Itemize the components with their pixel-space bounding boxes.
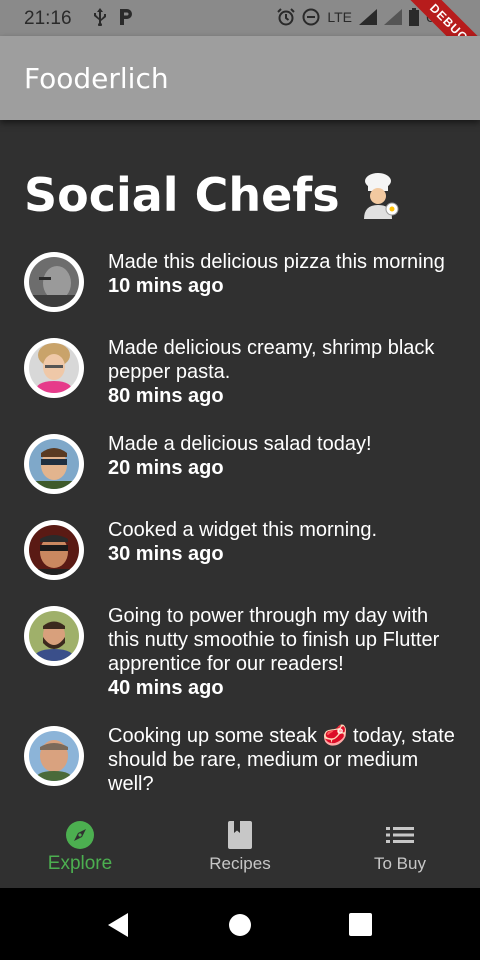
- app-bar: Fooderlich: [0, 36, 480, 120]
- alarm-icon: [277, 8, 296, 26]
- list-icon: [386, 827, 414, 843]
- home-icon[interactable]: [227, 912, 253, 938]
- feed-message: Made a delicious salad today!: [108, 433, 372, 455]
- list-item[interactable]: Made this delicious pizza this morning 1…: [24, 250, 464, 312]
- recents-icon[interactable]: [348, 912, 374, 938]
- tab-explore[interactable]: Explore: [0, 812, 160, 888]
- list-item[interactable]: Made a delicious salad today! 20 mins ag…: [24, 432, 464, 494]
- page-title: Social Chefs: [24, 168, 402, 222]
- activity-feed: Made this delicious pizza this morning 1…: [24, 250, 464, 812]
- feed-item-text: Cooking up some steak 🥩 today, state sho…: [108, 724, 464, 796]
- tab-recipes-label: Recipes: [209, 854, 271, 873]
- feed-item-text: Cooked a widget this morning. 30 mins ag…: [108, 518, 464, 566]
- feed-item-text: Going to power through my day with this …: [108, 604, 464, 700]
- status-bar: 21:16 LTE 66% DEBUG: [0, 0, 480, 77]
- tab-recipes[interactable]: Recipes: [160, 812, 320, 888]
- feed-timestamp: 20 mins ago: [108, 457, 224, 479]
- avatar[interactable]: [24, 520, 84, 580]
- app-title: Fooderlich: [24, 62, 169, 95]
- list-item[interactable]: Made delicious creamy, shrimp black pepp…: [24, 336, 464, 408]
- avatar-image: [29, 257, 79, 307]
- tab-to-buy-label: To Buy: [374, 854, 426, 873]
- feed-message: Going to power through my day with this …: [108, 605, 440, 675]
- feed-item-text: Made a delicious salad today! 20 mins ag…: [108, 432, 464, 480]
- feed-item-text: Made delicious creamy, shrimp black pepp…: [108, 336, 464, 408]
- signal-icon: [358, 9, 377, 25]
- feed-message: Made this delicious pizza this morning: [108, 251, 445, 273]
- feed-message: Cooked a widget this morning.: [108, 519, 378, 541]
- page-title-text: Social Chefs: [24, 168, 340, 222]
- feed-item-text: Made this delicious pizza this morning 1…: [108, 250, 464, 298]
- avatar[interactable]: [24, 606, 84, 666]
- notification-icons: [92, 8, 134, 26]
- feed-timestamp: 40 mins ago: [108, 677, 224, 699]
- compass-icon: [66, 821, 94, 849]
- status-time: 21:16: [24, 8, 72, 29]
- chef-icon: [363, 173, 399, 219]
- bottom-navigation: Explore Recipes To Buy: [0, 812, 480, 888]
- battery-icon: [408, 8, 419, 26]
- avatar-image: [29, 343, 79, 393]
- feed-timestamp: 10 mins ago: [108, 275, 224, 297]
- main-content[interactable]: Social Chefs Made this delicious pizza t…: [0, 120, 480, 812]
- avatar[interactable]: [24, 338, 84, 398]
- usb-icon: [94, 8, 106, 26]
- feed-message: Cooking up some steak 🥩 today, state sho…: [108, 725, 455, 795]
- book-icon: [228, 821, 252, 849]
- list-item[interactable]: Cooked a widget this morning. 30 mins ag…: [24, 518, 464, 580]
- system-navigation-bar: [0, 888, 480, 960]
- avatar-image: [29, 611, 79, 661]
- signal-icon-2: [383, 9, 402, 25]
- avatar-image: [29, 439, 79, 489]
- feed-message: Made delicious creamy, shrimp black pepp…: [108, 337, 435, 383]
- tab-explore-label: Explore: [47, 853, 113, 874]
- parking-icon: [120, 9, 132, 25]
- tab-to-buy[interactable]: To Buy: [320, 812, 480, 888]
- dnd-icon: [302, 8, 320, 26]
- avatar[interactable]: [24, 434, 84, 494]
- list-item[interactable]: Cooking up some steak 🥩 today, state sho…: [24, 724, 464, 796]
- list-item[interactable]: Going to power through my day with this …: [24, 604, 464, 700]
- network-type: LTE: [327, 9, 352, 25]
- avatar[interactable]: [24, 726, 84, 786]
- avatar-image: [29, 731, 79, 781]
- avatar-image: [29, 525, 79, 575]
- feed-timestamp: 30 mins ago: [108, 543, 224, 565]
- feed-timestamp: 80 mins ago: [108, 385, 224, 407]
- back-icon[interactable]: [106, 912, 132, 938]
- avatar[interactable]: [24, 252, 84, 312]
